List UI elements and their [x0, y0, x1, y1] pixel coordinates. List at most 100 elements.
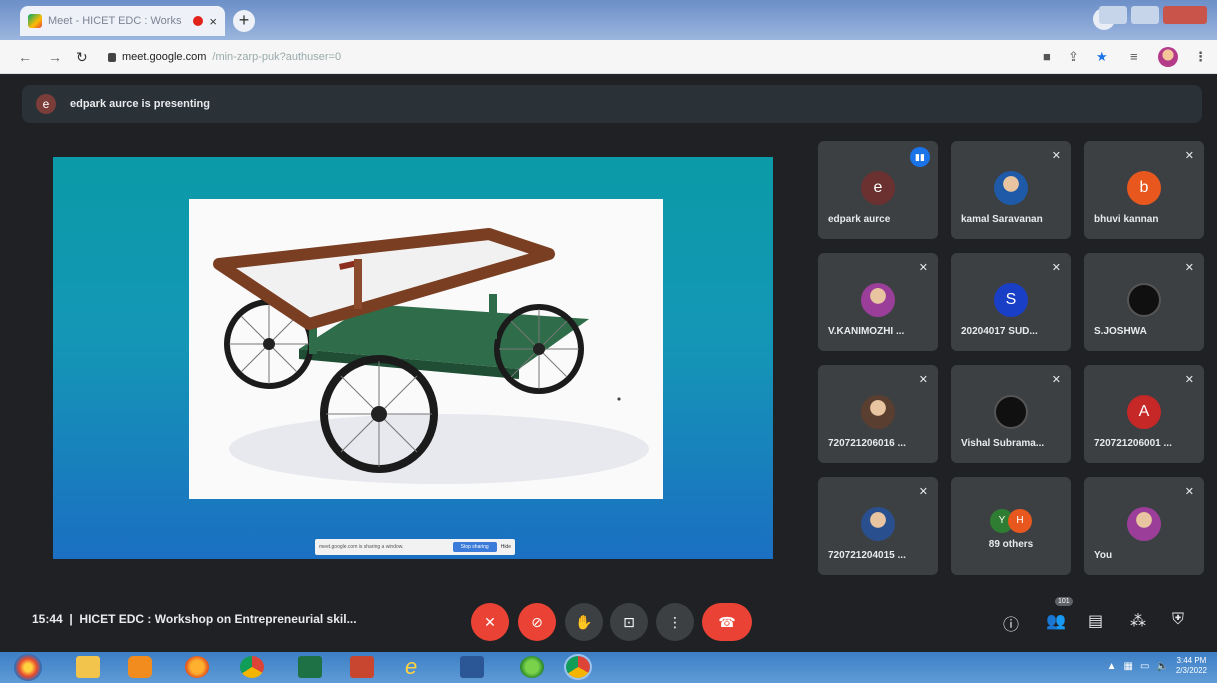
back-arrow-icon[interactable]: ←	[18, 49, 32, 65]
participant-name: 720721206001 ...	[1094, 438, 1172, 449]
file-explorer-icon[interactable]	[76, 656, 100, 678]
participant-tile[interactable]: 720721204015 ... ✕	[818, 477, 938, 575]
people-count-badge: 101	[1055, 597, 1073, 606]
volume-icon[interactable]: 🔈	[1156, 661, 1168, 672]
participant-name: edpark aurce	[828, 214, 891, 225]
presenting-text: edpark aurce is presenting	[70, 98, 210, 110]
bookmark-star-icon[interactable]: ★	[1096, 49, 1108, 65]
participant-avatar	[861, 507, 895, 541]
clock[interactable]: 3:44 PM 2/3/2022	[1176, 656, 1207, 676]
participant-tile[interactable]: S.JOSHWA ✕	[1084, 253, 1204, 351]
lock-icon	[108, 52, 116, 62]
more-vert-icon: ⋮	[668, 614, 682, 630]
raise-hand-button[interactable]: ✋	[565, 603, 603, 641]
chat-icon[interactable]: ▤	[1088, 611, 1103, 631]
url-field[interactable]: meet.google.com/min-zarp-puk?authuser=0	[108, 46, 1028, 68]
show-hidden-icons-icon[interactable]: ▲	[1107, 661, 1117, 672]
info-divider: |	[66, 612, 77, 626]
stop-sharing-button[interactable]: Stop sharing	[452, 542, 497, 552]
clock-date: 2/3/2022	[1175, 666, 1207, 675]
present-now-button[interactable]: ⊡	[610, 603, 648, 641]
profile-avatar[interactable]	[1158, 47, 1178, 67]
word-icon[interactable]	[460, 656, 484, 678]
meet-controls-bar: 15:44 | HICET EDC : Workshop on Entrepre…	[0, 597, 1217, 652]
maximize-button[interactable]	[1131, 6, 1159, 24]
mic-muted-icon: ✕	[1051, 262, 1061, 274]
start-button[interactable]	[14, 654, 42, 681]
meeting-details-icon[interactable]: ⓘ	[1003, 611, 1019, 635]
excel-icon[interactable]	[298, 656, 322, 678]
participant-tile[interactable]: e edpark aurce ▮▮	[818, 141, 938, 239]
mic-muted-icon: ✕	[918, 262, 928, 274]
new-tab-button[interactable]: +	[233, 10, 255, 32]
browser-menu-icon[interactable]: ⋮	[1194, 49, 1207, 65]
mic-muted-icon: ✕	[1184, 262, 1194, 274]
camera-indicator-icon[interactable]: ■	[1043, 49, 1051, 64]
action-center-icon[interactable]: ▭	[1140, 661, 1149, 672]
participant-name: Vishal Subrama...	[961, 438, 1045, 449]
presenter-avatar: e	[36, 94, 56, 114]
participant-avatar: A	[1127, 395, 1161, 429]
browser-tab-strip: Meet - HICET EDC : Works × + ⌄	[0, 0, 1217, 40]
hand-icon: ✋	[575, 614, 593, 630]
participant-tile[interactable]: b bhuvi kannan ✕	[1084, 141, 1204, 239]
slide-image	[189, 199, 663, 499]
address-bar-row: ← → ↻ meet.google.com/min-zarp-puk?authu…	[0, 40, 1217, 74]
participant-name: You	[1094, 550, 1113, 561]
people-icon[interactable]: 👥	[1046, 611, 1066, 631]
meet-favicon-icon	[28, 14, 42, 28]
speaking-indicator-icon: ▮▮	[910, 147, 930, 167]
browser-tab-meet[interactable]: Meet - HICET EDC : Works ×	[20, 6, 225, 36]
tab-title: Meet - HICET EDC : Works	[48, 15, 182, 27]
camera-off-button[interactable]: ⊘	[518, 603, 556, 641]
network-icon[interactable]: ▦	[1124, 661, 1133, 672]
participant-tile[interactable]: kamal Saravanan ✕	[951, 141, 1071, 239]
sharing-notification-bar: meet.google.com is sharing a window. Sto…	[315, 539, 515, 555]
mic-muted-icon: ✕	[1184, 486, 1194, 498]
host-controls-icon[interactable]: ⛨	[1172, 611, 1184, 629]
activities-icon[interactable]: ⁂	[1130, 611, 1146, 631]
presentation-stage: meet.google.com is sharing a window. Sto…	[53, 157, 773, 559]
forward-arrow-icon[interactable]: →	[48, 49, 62, 65]
camera-off-icon: ⊘	[531, 614, 543, 630]
tab-close-button[interactable]: ×	[209, 14, 217, 29]
others-tile[interactable]: Y H 89 others	[951, 477, 1071, 575]
app-icon-green[interactable]	[520, 656, 544, 678]
minimize-button[interactable]	[1099, 6, 1127, 24]
participant-tile[interactable]: 720721206016 ... ✕	[818, 365, 938, 463]
participant-name: bhuvi kannan	[1094, 214, 1159, 225]
powerpoint-icon[interactable]	[350, 656, 374, 678]
mic-muted-icon: ✕	[1051, 374, 1061, 386]
more-options-button[interactable]: ⋮	[656, 603, 694, 641]
participant-avatar	[1127, 507, 1161, 541]
meeting-title: HICET EDC : Workshop on Entrepreneurial …	[79, 612, 357, 626]
microphone-off-button[interactable]: ✕	[471, 603, 509, 641]
participant-avatar	[994, 395, 1028, 429]
internet-explorer-icon[interactable]: e	[405, 656, 429, 678]
participant-tile[interactable]: You ✕	[1084, 477, 1204, 575]
participant-tile[interactable]: S 20204017 SUD... ✕	[951, 253, 1071, 351]
reload-icon[interactable]: ↻	[76, 49, 88, 66]
mic-muted-icon: ✕	[1051, 150, 1061, 162]
participant-tile[interactable]: V.KANIMOZHI ... ✕	[818, 253, 938, 351]
participant-tile[interactable]: A 720721206001 ... ✕	[1084, 365, 1204, 463]
participant-name: V.KANIMOZHI ...	[828, 326, 905, 337]
participant-name: kamal Saravanan	[961, 214, 1043, 225]
mic-muted-icon: ✕	[918, 486, 928, 498]
participant-name: 720721206016 ...	[828, 438, 906, 449]
hide-button[interactable]: Hide	[501, 544, 511, 550]
participant-tile[interactable]: Vishal Subrama... ✕	[951, 365, 1071, 463]
leave-call-button[interactable]: ☎	[702, 603, 752, 641]
participant-name: S.JOSHWA	[1094, 326, 1147, 337]
participant-avatar	[861, 283, 895, 317]
share-page-icon[interactable]: ⇪	[1068, 49, 1079, 65]
system-tray: ▲ ▦ ▭ 🔈 3:44 PM 2/3/2022	[1107, 656, 1207, 676]
media-player-icon[interactable]	[128, 656, 152, 678]
meeting-time: 15:44	[32, 612, 63, 626]
extensions-icon[interactable]: ≡	[1130, 49, 1138, 64]
chrome-icon[interactable]	[240, 656, 264, 678]
chrome-active-icon[interactable]	[564, 654, 592, 680]
window-close-button[interactable]	[1163, 6, 1207, 24]
participant-name: 720721204015 ...	[828, 550, 906, 561]
firefox-icon[interactable]	[185, 656, 209, 678]
